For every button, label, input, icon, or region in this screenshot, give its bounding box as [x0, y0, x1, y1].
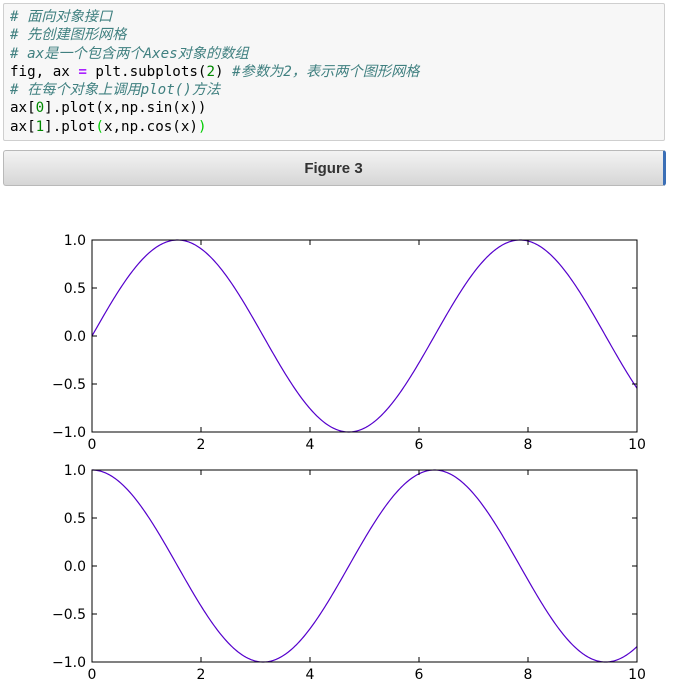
x-tick-label: 6: [415, 667, 424, 683]
x-tick-label: 10: [628, 437, 646, 453]
x-tick-label: 4: [306, 667, 315, 683]
x-tick-label: 2: [197, 437, 206, 453]
series-line-sin: [91, 239, 638, 433]
x-tick-label: 6: [415, 437, 424, 453]
figure-canvas: 0 2 4 6 8 10−1.0−0.50.00.51.00 2 4 6 8 10−1.0−0.50…: [52, 233, 646, 683]
y-tick-label: 0.5: [64, 511, 86, 527]
x-tick-label: 8: [524, 667, 533, 683]
x-tick-label: 4: [306, 437, 315, 453]
x-tick-label: 0: [88, 437, 97, 453]
y-tick-label: −1.0: [52, 425, 86, 441]
y-tick-label: −0.5: [52, 377, 86, 393]
y-tick-label: 0.0: [64, 329, 86, 345]
y-tick-label: 1.0: [64, 233, 86, 249]
y-tick-label: −0.5: [52, 607, 86, 623]
x-tick-label: 10: [628, 667, 646, 683]
y-tick-label: −1.0: [52, 655, 86, 671]
axes-frame: [91, 239, 638, 433]
x-tick-label: 0: [88, 667, 97, 683]
subplot-2: 0 2 4 6 8 10 −1.0 −0.5 0.0 0.5 1.0: [52, 463, 646, 683]
series-line-cos: [91, 469, 638, 663]
x-tick-label: 8: [524, 437, 533, 453]
axes-frame: [91, 469, 638, 663]
x-tick-label: 2: [197, 667, 206, 683]
y-tick-label: 0.0: [64, 559, 86, 575]
subplot-1: 0 2 4 6 8 10 −1.0 −0.5 0.0 0.5 1.0: [52, 233, 646, 453]
y-tick-label: 0.5: [64, 281, 86, 297]
y-tick-label: 1.0: [64, 463, 86, 479]
